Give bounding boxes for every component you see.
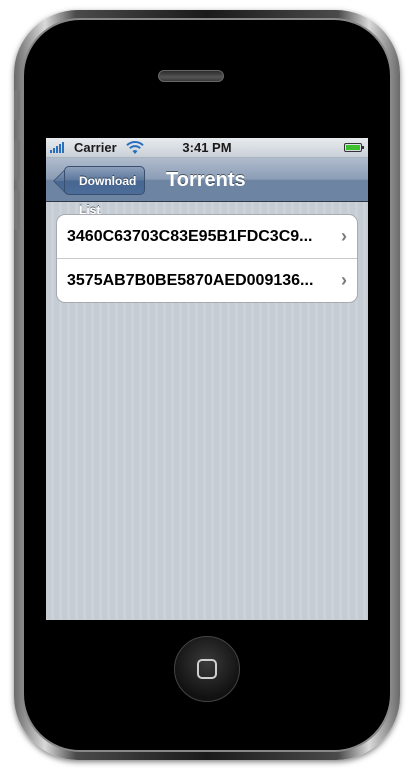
status-bar: Carrier 3:41 PM	[46, 138, 368, 158]
home-square-icon	[197, 659, 217, 679]
battery-icon	[344, 143, 364, 152]
volume-down-button	[14, 190, 20, 230]
navigation-bar: Download List Torrents	[46, 158, 368, 217]
home-button[interactable]	[174, 636, 240, 702]
list-item[interactable]: 3460C63703C83E95B1FDC3C9... ›	[57, 215, 357, 258]
page-title: Torrents	[166, 169, 246, 191]
status-time: 3:41 PM	[182, 140, 232, 155]
battery-level-fill	[346, 145, 360, 150]
torrent-list: 3460C63703C83E95B1FDC3C9... › 3575AB7B0B…	[56, 214, 358, 303]
device-screen: Carrier 3:41 PM Download List Torrents 3…	[46, 138, 368, 620]
earpiece-speaker	[158, 70, 224, 82]
volume-up-button	[14, 140, 20, 180]
list-item-label: 3575AB7B0BE5870AED009136...	[67, 272, 314, 289]
list-item-label: 3460C63703C83E95B1FDC3C9...	[67, 228, 313, 245]
list-item[interactable]: 3575AB7B0BE5870AED009136... ›	[57, 258, 357, 302]
chevron-right-icon: ›	[341, 270, 347, 290]
ringer-switch	[14, 90, 20, 120]
chevron-right-icon: ›	[341, 226, 347, 246]
back-button[interactable]: Download List	[64, 166, 146, 217]
